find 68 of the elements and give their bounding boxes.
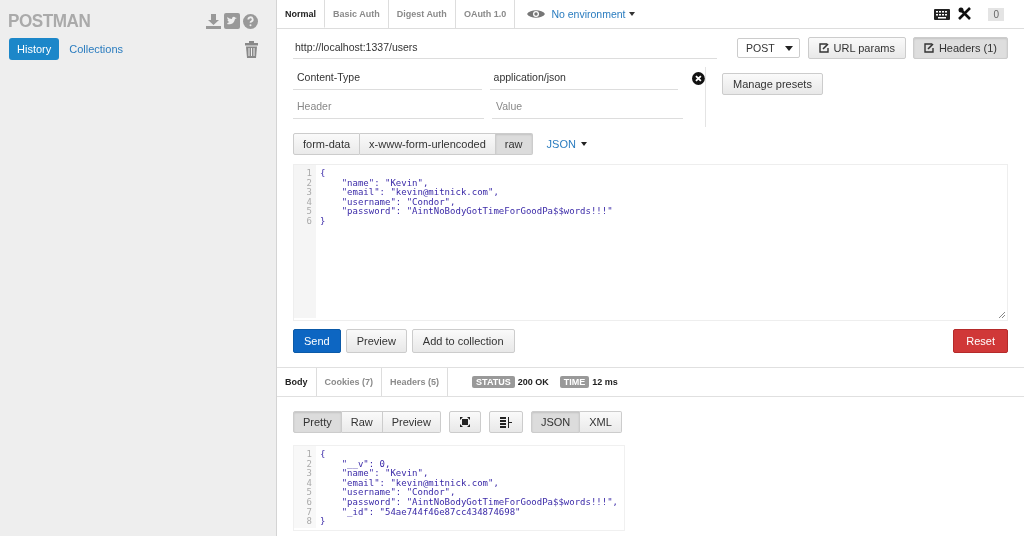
edit-icon: [818, 43, 829, 53]
code-line: }: [320, 517, 327, 527]
caret-icon: [784, 45, 793, 51]
tools-icon[interactable]: [958, 7, 973, 21]
indent-icon: [499, 416, 512, 428]
time-label: TIME: [559, 376, 590, 388]
expand-icon: [459, 417, 470, 427]
line-number: 6: [305, 497, 312, 508]
line-number: 4: [305, 478, 312, 488]
line-number: 3: [305, 469, 312, 479]
code-line: {: [320, 169, 327, 179]
view-mode-button[interactable]: Raw: [341, 411, 383, 433]
status-value: 200 OK: [517, 377, 549, 387]
code-line: "__v": 0,: [340, 459, 391, 470]
line-number: 7: [305, 507, 312, 517]
line-number: 5: [305, 488, 312, 498]
body-mode-button[interactable]: form-data: [293, 133, 361, 155]
code-line: "email": "kevin@mitnick.com",: [340, 478, 500, 489]
sidebar-tab[interactable]: Collections: [61, 38, 132, 60]
remove-icon[interactable]: [692, 72, 705, 85]
code-line: "password": "AintNoBodyGotTimeForGoodPa$$words!!!": [340, 207, 613, 217]
url-params-button[interactable]: URL params: [807, 37, 906, 59]
notification-count[interactable]: 0: [988, 7, 1004, 21]
line-number: 8: [305, 517, 312, 527]
indent-button[interactable]: [488, 411, 523, 433]
response-format-button[interactable]: JSON: [530, 411, 581, 433]
edit-icon: [923, 43, 934, 53]
code-line: "name": "Kevin",: [340, 469, 430, 479]
response-format-button[interactable]: XML: [580, 411, 622, 433]
expand-button[interactable]: [448, 411, 481, 433]
sidebar-tab[interactable]: History: [9, 38, 60, 60]
line-number: 3: [305, 188, 312, 198]
time-value: 12 ms: [592, 377, 618, 387]
line-number: 5: [305, 207, 312, 217]
manage-presets-button[interactable]: Manage presets: [722, 73, 823, 95]
code-line: "_id": "54ae744f46e87cc434874698": [340, 507, 521, 518]
code-line: "username": "Condor",: [340, 488, 456, 498]
reset-button[interactable]: Reset: [953, 329, 1008, 353]
code-line: }: [320, 216, 327, 227]
add-to-collection-button[interactable]: Add to collection: [411, 329, 515, 353]
code-line: "password": "AintNoBodyGotTimeForGoodPa$$words!!!",: [340, 497, 618, 507]
send-button[interactable]: Send: [293, 329, 341, 353]
keyboard-icon[interactable]: [934, 8, 951, 20]
body-mode-button[interactable]: x-www-form-urlencoded: [360, 133, 496, 155]
body-mode-button[interactable]: raw: [495, 133, 533, 155]
line-number: 4: [305, 197, 312, 207]
line-number: 2: [305, 459, 312, 469]
code-line: "name": "Kevin",: [340, 178, 430, 188]
line-number: 1: [305, 169, 312, 179]
trash-icon[interactable]: [245, 40, 258, 58]
body-format-dropdown[interactable]: JSON: [546, 138, 587, 150]
request-body-editor[interactable]: 1 2 3 4 5 6 { "name": "Kevin", "email": "kevin@mitnick.com", "username": "Condor", "password": "AintNoBodyGotTimeForGoodPa$$words!!!" }: [293, 164, 1008, 321]
code-line: "email": "kevin@mitnick.com",: [340, 188, 500, 198]
line-number: 2: [305, 178, 312, 188]
eye-icon: [527, 9, 546, 19]
code-line: "username": "Condor",: [340, 197, 456, 208]
method-select[interactable]: POST: [737, 38, 800, 58]
line-number: 6: [305, 216, 312, 227]
environment-dropdown[interactable]: No environment: [551, 8, 635, 20]
resize-grip-icon[interactable]: [998, 311, 1005, 318]
preview-button[interactable]: Preview: [345, 329, 407, 353]
view-mode-button[interactable]: Preview: [382, 411, 441, 433]
logo: POSTMAN: [8, 10, 91, 32]
headers-button[interactable]: Headers (1): [912, 37, 1008, 59]
code-line: {: [320, 450, 327, 460]
status-label: STATUS: [472, 376, 515, 388]
line-number: 1: [305, 450, 312, 460]
view-mode-button[interactable]: Pretty: [293, 411, 342, 433]
